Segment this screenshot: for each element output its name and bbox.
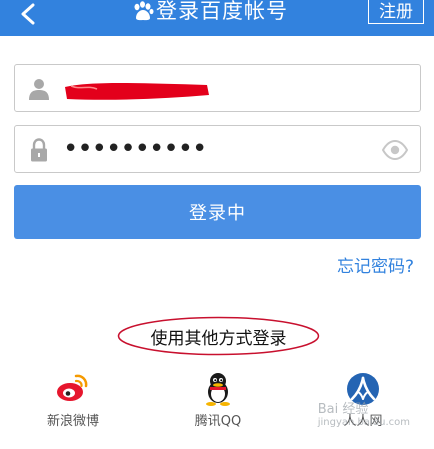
other-login-label: 使用其他方式登录 [150, 328, 287, 349]
password-value: •••••••••• [63, 134, 207, 164]
watermark-text: Bai 经验 [317, 402, 369, 417]
weibo-icon [57, 374, 88, 401]
login-button[interactable]: 登录中 [14, 185, 421, 239]
watermark-subtext: jingyan.baidu.com [317, 417, 410, 428]
weibo-label: 新浪微博 [46, 414, 99, 429]
lock-icon [27, 138, 51, 162]
password-field[interactable]: •••••••••• [14, 125, 421, 173]
username-field[interactable]: — [14, 64, 421, 112]
other-login-heading: 使用其他方式登录 [117, 316, 320, 356]
back-button[interactable] [18, 0, 48, 30]
back-arrow-icon [21, 3, 35, 25]
baidu-paw-icon [134, 1, 154, 21]
watermark: Bai 经验 jingyan.baidu.com [318, 398, 410, 428]
eye-icon[interactable] [382, 140, 408, 160]
forgot-password-link[interactable]: 忘记密码? [337, 252, 414, 277]
page-title: 登录百度帐号 [132, 0, 288, 22]
register-button[interactable]: 注册 [368, 0, 424, 24]
title-text: 登录百度帐号 [156, 0, 288, 23]
app-header: 登录百度帐号 注册 [0, 0, 434, 36]
qq-login[interactable]: 腾讯QQ [173, 372, 263, 432]
user-icon [27, 77, 51, 101]
qq-label: 腾讯QQ [194, 414, 242, 429]
qq-icon [206, 373, 230, 406]
username-value: — [63, 79, 199, 99]
weibo-login[interactable]: 新浪微博 [28, 372, 118, 432]
